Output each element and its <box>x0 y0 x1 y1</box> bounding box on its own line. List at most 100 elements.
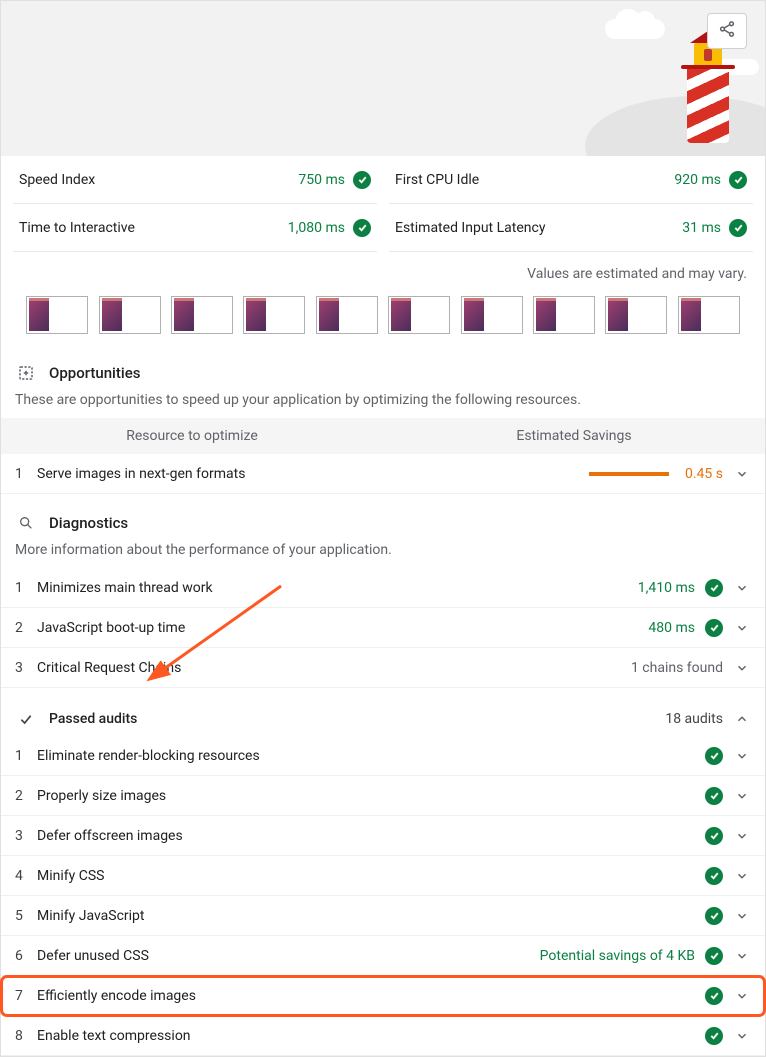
filmstrip-frame <box>533 296 595 334</box>
row-title: Minify CSS <box>37 868 705 884</box>
row-title: Defer unused CSS <box>37 948 540 964</box>
filmstrip-frame <box>388 296 450 334</box>
passed-audit-row[interactable]: 6 Defer unused CSS Potential savings of … <box>1 936 765 976</box>
check-icon <box>705 867 723 885</box>
row-index: 1 <box>15 580 37 596</box>
share-icon <box>718 20 736 42</box>
row-index: 5 <box>15 908 37 924</box>
metric-value: 920 ms <box>674 172 721 188</box>
opportunities-header: Opportunities <box>1 356 765 390</box>
chevron-down-icon[interactable] <box>733 619 751 637</box>
chevron-up-icon[interactable] <box>733 710 751 728</box>
check-icon <box>353 171 371 189</box>
search-icon <box>15 512 37 534</box>
check-icon <box>705 1027 723 1045</box>
diagnostic-row[interactable]: 3 Critical Request Chains 1 chains found <box>1 648 765 688</box>
row-title: Properly size images <box>37 788 705 804</box>
filmstrip-frame <box>678 296 740 334</box>
diagnostic-row[interactable]: 2 JavaScript boot-up time 480 ms <box>1 608 765 648</box>
check-icon <box>705 987 723 1005</box>
col-savings: Estimated Savings <box>383 428 765 444</box>
share-button[interactable] <box>707 13 747 49</box>
chevron-down-icon[interactable] <box>733 1027 751 1045</box>
row-title: Minimizes main thread work <box>37 580 638 596</box>
row-index: 2 <box>15 788 37 804</box>
estimated-note: Values are estimated and may vary. <box>1 252 765 290</box>
section-title: Passed audits <box>49 711 137 727</box>
row-note: Potential savings of 4 KB <box>540 948 695 964</box>
passed-audit-row[interactable]: 3 Defer offscreen images <box>1 816 765 856</box>
row-title: JavaScript boot-up time <box>37 620 648 636</box>
check-icon <box>15 708 37 730</box>
passed-audit-row[interactable]: 4 Minify CSS <box>1 856 765 896</box>
passed-audit-row[interactable]: 8 Enable text compression <box>1 1016 765 1056</box>
chevron-down-icon[interactable] <box>733 787 751 805</box>
diagnostics-header: Diagnostics <box>1 506 765 540</box>
passed-count: 18 audits <box>665 711 723 727</box>
row-title: Defer offscreen images <box>37 828 705 844</box>
chevron-down-icon[interactable] <box>733 907 751 925</box>
chevron-down-icon[interactable] <box>733 947 751 965</box>
metric-label: Time to Interactive <box>19 220 135 236</box>
chevron-down-icon[interactable] <box>733 827 751 845</box>
check-icon <box>705 827 723 845</box>
passed-audit-row[interactable]: 1 Eliminate render-blocking resources <box>1 736 765 776</box>
row-index: 8 <box>15 1028 37 1044</box>
row-index: 7 <box>15 988 37 1004</box>
chevron-down-icon[interactable] <box>733 465 751 483</box>
filmstrip-frame <box>605 296 667 334</box>
check-icon <box>705 907 723 925</box>
opportunities-icon <box>15 362 37 384</box>
metric-input-latency: Estimated Input Latency 31 ms <box>389 204 753 252</box>
report-header <box>1 1 765 156</box>
metric-label: Speed Index <box>19 172 95 188</box>
opportunity-row[interactable]: 1 Serve images in next-gen formats 0.45 … <box>1 454 765 494</box>
section-desc: More information about the performance o… <box>1 540 765 568</box>
row-title: Enable text compression <box>37 1028 705 1044</box>
row-index: 4 <box>15 868 37 884</box>
row-index: 6 <box>15 948 37 964</box>
row-index: 3 <box>15 828 37 844</box>
filmstrip <box>1 290 765 356</box>
metric-speed-index: Speed Index 750 ms <box>13 156 377 204</box>
passed-audit-row[interactable]: 7 Efficiently encode images <box>1 976 765 1016</box>
chevron-down-icon[interactable] <box>733 579 751 597</box>
check-icon <box>705 619 723 637</box>
row-title: Critical Request Chains <box>37 660 631 676</box>
check-icon <box>705 787 723 805</box>
filmstrip-frame <box>243 296 305 334</box>
cloud-decoration <box>605 19 665 39</box>
check-icon <box>729 219 747 237</box>
row-value: 1 chains found <box>631 660 723 676</box>
metrics-grid: Speed Index 750 ms Time to Interactive 1… <box>1 156 765 252</box>
check-icon <box>705 747 723 765</box>
filmstrip-frame <box>316 296 378 334</box>
row-title: Efficiently encode images <box>37 988 705 1004</box>
chevron-down-icon[interactable] <box>733 747 751 765</box>
metric-first-cpu-idle: First CPU Idle 920 ms <box>389 156 753 204</box>
hill-decoration <box>585 96 765 156</box>
opportunities-table-head: Resource to optimize Estimated Savings <box>1 418 765 454</box>
filmstrip-frame <box>26 296 88 334</box>
passed-audits-header[interactable]: Passed audits 18 audits <box>1 698 765 736</box>
col-resource: Resource to optimize <box>1 428 383 444</box>
diagnostic-row[interactable]: 1 Minimizes main thread work 1,410 ms <box>1 568 765 608</box>
chevron-down-icon[interactable] <box>733 987 751 1005</box>
section-title: Diagnostics <box>49 514 128 532</box>
filmstrip-frame <box>461 296 523 334</box>
section-desc: These are opportunities to speed up your… <box>1 390 765 418</box>
chevron-down-icon[interactable] <box>733 867 751 885</box>
metric-label: Estimated Input Latency <box>395 220 545 236</box>
filmstrip-frame <box>171 296 233 334</box>
metric-label: First CPU Idle <box>395 172 479 188</box>
savings-bar <box>589 472 669 476</box>
metric-value: 1,080 ms <box>288 220 345 236</box>
chevron-down-icon[interactable] <box>733 659 751 677</box>
metric-value: 750 ms <box>298 172 345 188</box>
check-icon <box>705 579 723 597</box>
row-title: Minify JavaScript <box>37 908 705 924</box>
passed-audit-row[interactable]: 2 Properly size images <box>1 776 765 816</box>
metric-value: 31 ms <box>682 220 721 236</box>
passed-audit-row[interactable]: 5 Minify JavaScript <box>1 896 765 936</box>
row-index: 3 <box>15 660 37 676</box>
